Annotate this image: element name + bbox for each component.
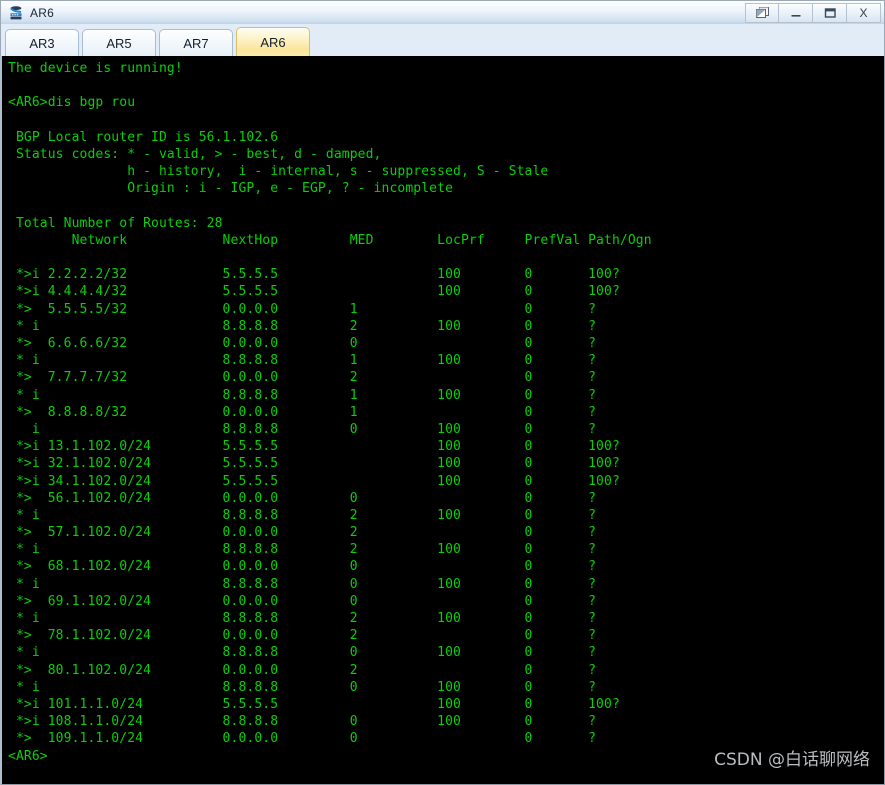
maximize-window-button[interactable] — [813, 2, 847, 23]
terminal-line: * i 8.8.8.8 2 100 0 ? — [8, 542, 597, 558]
router-device-icon — [8, 5, 24, 21]
window-controls: X — [745, 2, 881, 23]
terminal-line: *>i 34.1.102.0/24 5.5.5.5 100 0 100? — [8, 473, 620, 489]
terminal-panel[interactable]: The device is running! <AR6>dis bgp rou B… — [0, 56, 885, 785]
terminal-line: *>i 101.1.1.0/24 5.5.5.5 100 0 100? — [8, 696, 620, 712]
terminal-line: <AR6> — [8, 748, 48, 764]
window-title: AR6 — [30, 5, 54, 20]
terminal-line: *> 6.6.6.6/32 0.0.0.0 0 0 ? — [8, 336, 597, 351]
terminal-line: *> 57.1.102.0/24 0.0.0.0 2 0 ? — [8, 525, 597, 541]
terminal-line: * i 8.8.8.8 1 100 0 ? — [8, 353, 597, 369]
emulator-window: AR6 X AR3 AR5 AR7 AR6 The device is runn… — [0, 0, 885, 785]
terminal-line: Network NextHop MED LocPrf PrefVal Path/… — [8, 232, 652, 248]
tab-ar6[interactable]: AR6 — [236, 27, 310, 56]
terminal-line: * i 8.8.8.8 2 100 0 ? — [8, 611, 597, 626]
terminal-line: *> 69.1.102.0/24 0.0.0.0 0 0 ? — [8, 593, 597, 609]
terminal-line: *> 78.1.102.0/24 0.0.0.0 2 0 ? — [8, 628, 597, 644]
terminal-line: *>i 2.2.2.2/32 5.5.5.5 100 0 100? — [8, 267, 620, 283]
terminal-line: * i 8.8.8.8 0 100 0 ? — [8, 576, 597, 592]
terminal-line: *> 8.8.8.8/32 0.0.0.0 1 0 ? — [8, 404, 597, 420]
terminal-line: h - history, i - internal, s - suppresse… — [8, 164, 549, 180]
maximize-icon — [823, 7, 837, 19]
tab-label: AR6 — [260, 34, 286, 50]
terminal-line: Total Number of Routes: 28 — [8, 215, 223, 231]
tab-label: AR3 — [29, 35, 55, 51]
title-bar: AR6 X — [0, 0, 885, 24]
terminal-line: BGP Local router ID is 56.1.102.6 — [8, 129, 279, 145]
minimize-window-button[interactable] — [779, 2, 813, 23]
terminal-line: *>i 4.4.4.4/32 5.5.5.5 100 0 100? — [8, 284, 620, 300]
tab-ar3[interactable]: AR3 — [5, 29, 79, 56]
terminal-line: Status codes: * - valid, > - best, d - d… — [8, 146, 382, 162]
terminal-line: *> 68.1.102.0/24 0.0.0.0 0 0 ? — [8, 559, 597, 575]
terminal-line: *> 56.1.102.0/24 0.0.0.0 0 0 ? — [8, 490, 597, 506]
close-window-button[interactable]: X — [847, 2, 881, 23]
terminal-line: Origin : i - IGP, e - EGP, ? - incomplet… — [8, 181, 454, 197]
tab-ar7[interactable]: AR7 — [159, 29, 233, 56]
terminal-line: * i 8.8.8.8 0 100 0 ? — [8, 645, 597, 661]
terminal-line: <AR6>dis bgp rou — [8, 95, 136, 111]
restore-icon — [755, 6, 770, 19]
terminal-line: *>i 108.1.1.0/24 8.8.8.8 0 100 0 ? — [8, 714, 597, 730]
terminal-line: * i 8.8.8.8 0 100 0 ? — [8, 679, 597, 695]
terminal-line: *> 80.1.102.0/24 0.0.0.0 2 0 ? — [8, 662, 597, 678]
device-tab-bar: AR3 AR5 AR7 AR6 — [0, 24, 885, 56]
terminal-output[interactable]: The device is running! <AR6>dis bgp rou B… — [2, 56, 884, 784]
terminal-line: *>i 13.1.102.0/24 5.5.5.5 100 0 100? — [8, 439, 620, 455]
tab-label: AR5 — [106, 35, 132, 51]
terminal-line: *>i 32.1.102.0/24 5.5.5.5 100 0 100? — [8, 456, 620, 472]
title-bar-left: AR6 — [1, 5, 54, 21]
terminal-line: i 8.8.8.8 0 100 0 ? — [8, 421, 597, 437]
tab-label: AR7 — [183, 35, 209, 51]
terminal-line: * i 8.8.8.8 2 100 0 ? — [8, 507, 597, 523]
minimize-icon — [789, 7, 803, 19]
terminal-line: * i 8.8.8.8 2 100 0 ? — [8, 318, 597, 334]
terminal-line: * i 8.8.8.8 1 100 0 ? — [8, 387, 597, 403]
terminal-line: *> 7.7.7.7/32 0.0.0.0 2 0 ? — [8, 370, 597, 386]
tab-ar5[interactable]: AR5 — [82, 29, 156, 56]
restore-window-button[interactable] — [745, 2, 779, 23]
close-icon: X — [859, 5, 868, 20]
terminal-line: The device is running! — [8, 61, 183, 76]
terminal-line: *> 109.1.1.0/24 0.0.0.0 0 0 ? — [8, 731, 597, 747]
terminal-line: *> 5.5.5.5/32 0.0.0.0 1 0 ? — [8, 301, 597, 317]
